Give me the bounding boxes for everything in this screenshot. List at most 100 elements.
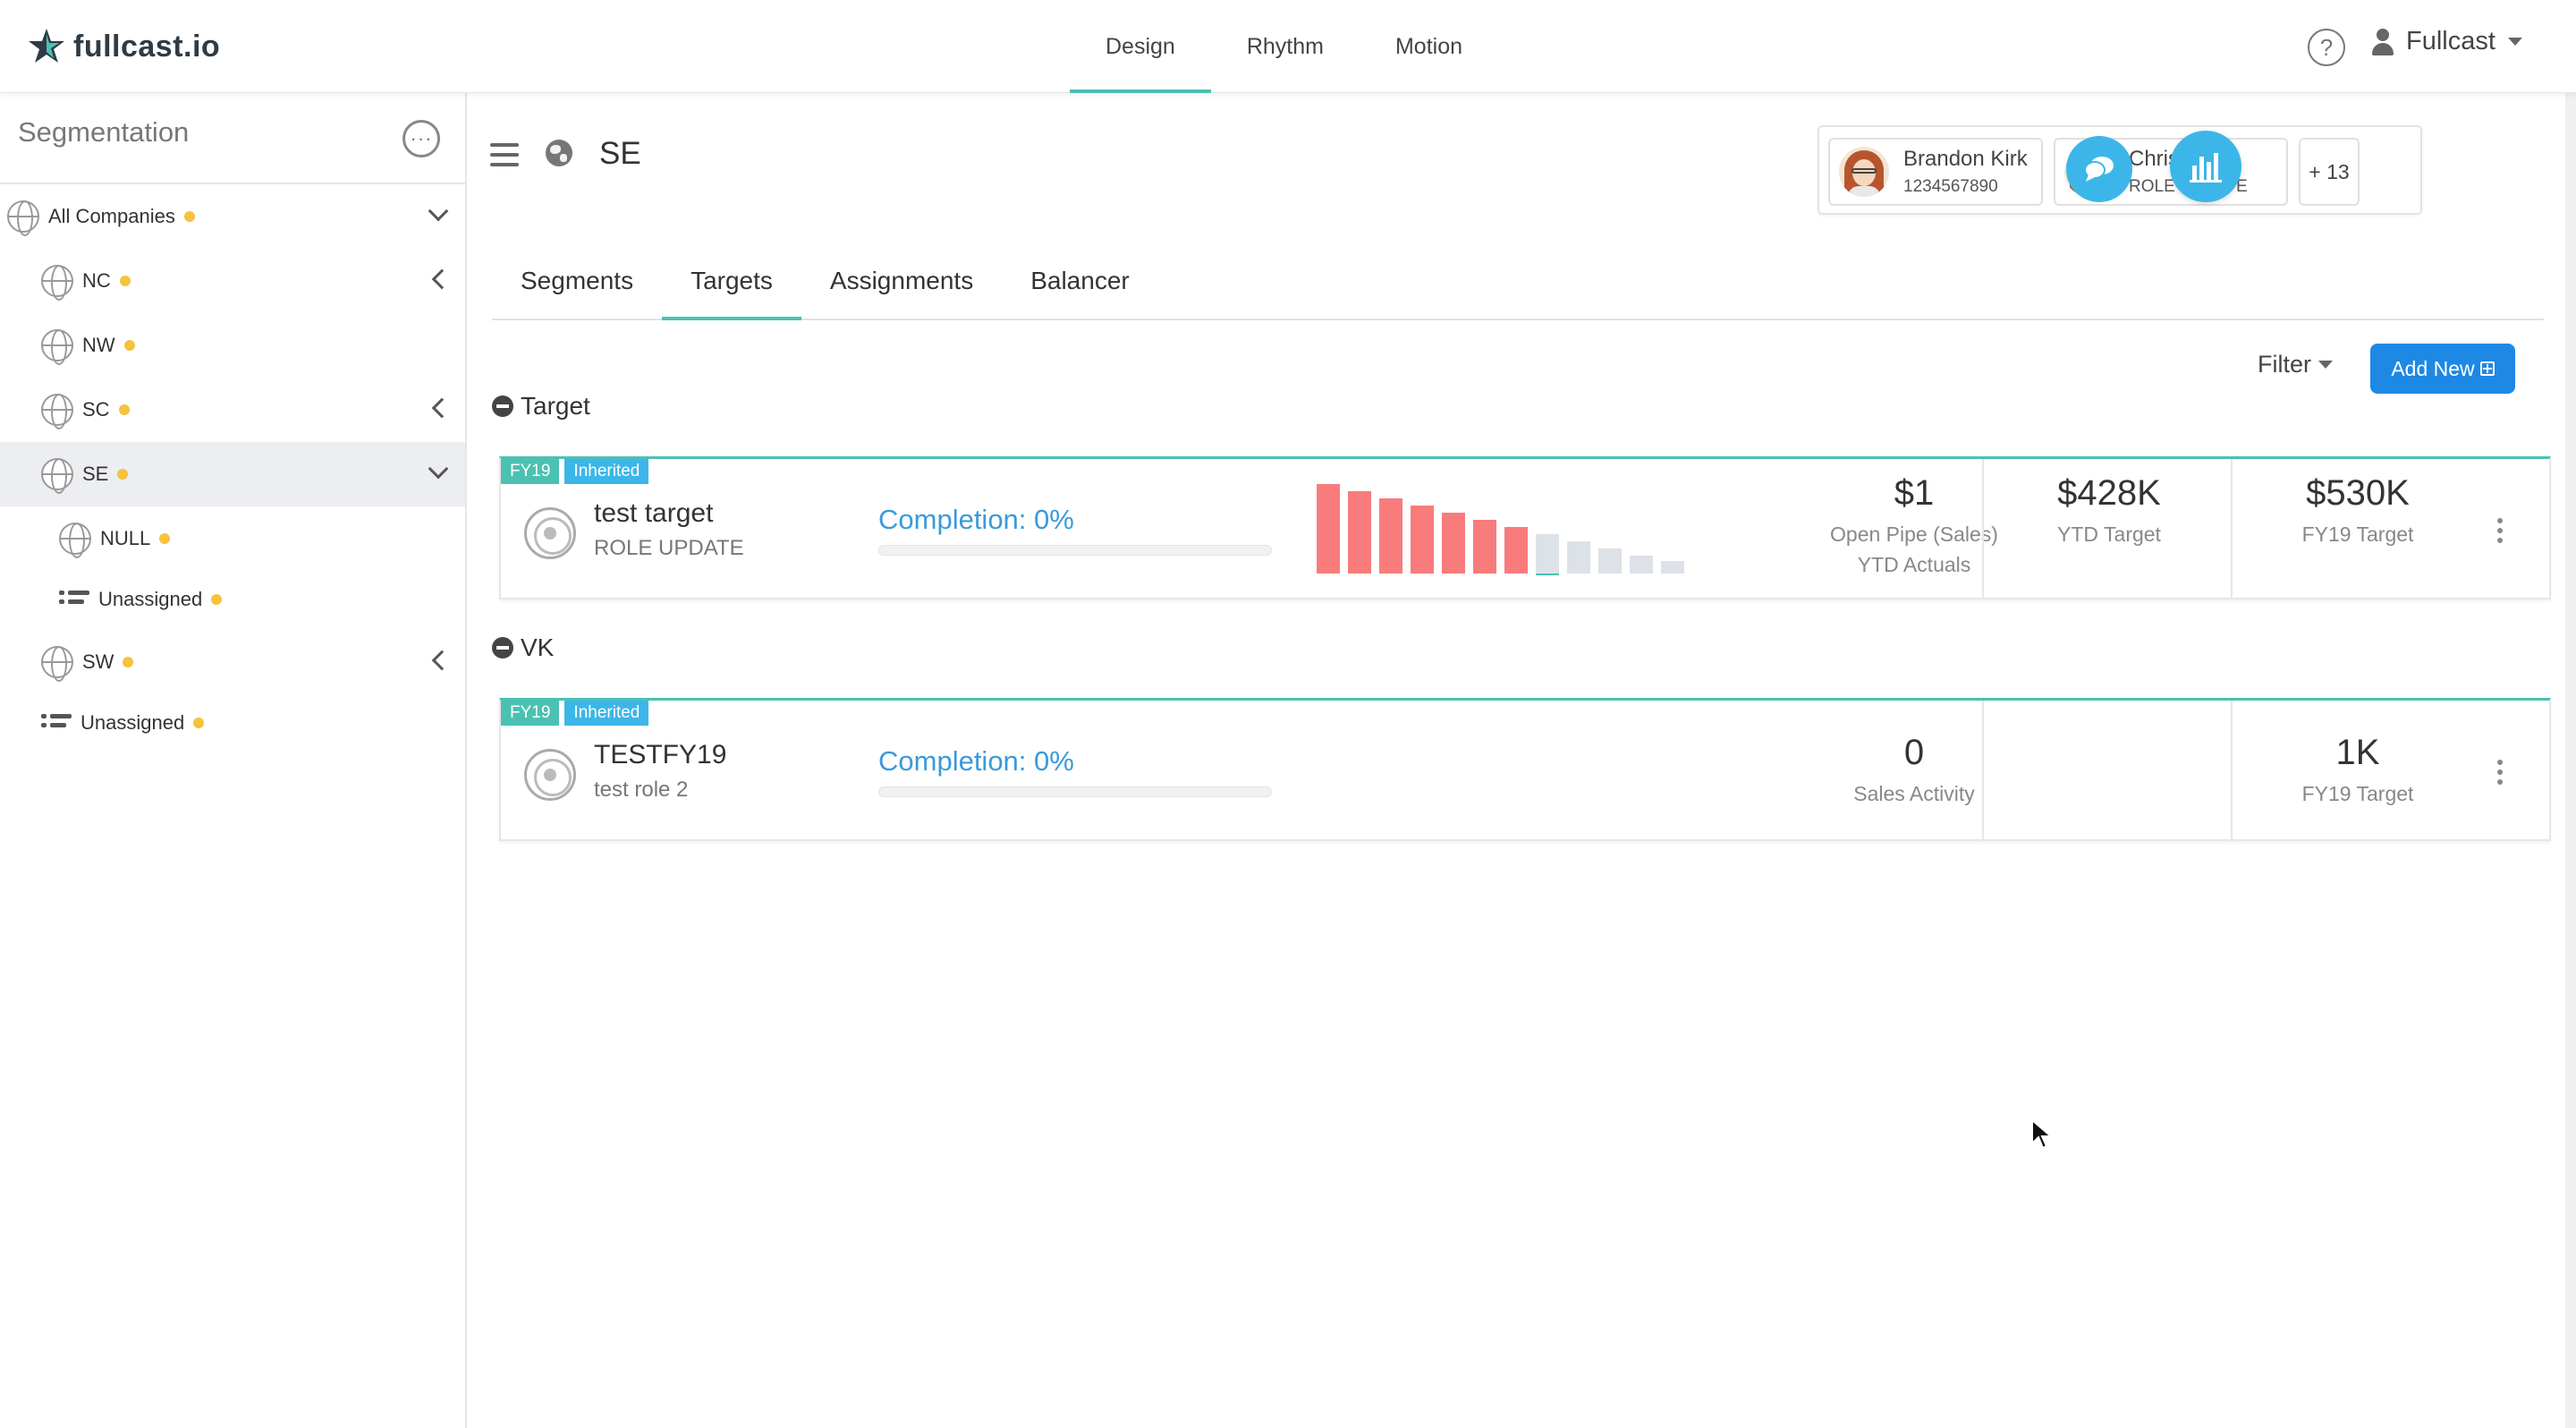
plus-square-icon [2479, 361, 2495, 376]
badges: FY19 Inherited [501, 459, 649, 484]
fiscal-year-badge: FY19 [501, 459, 560, 484]
fullcast-star-icon [29, 29, 64, 63]
trend-bar [1598, 548, 1622, 574]
metric-fy19-target: 1K FY19 Target [2234, 733, 2481, 809]
filter-label: Filter [2258, 351, 2311, 378]
divider [1982, 459, 1984, 599]
section-header-target[interactable]: Target [492, 392, 590, 421]
trend-bar [1473, 520, 1496, 574]
user-menu[interactable]: Fullcast [2372, 27, 2522, 56]
kebab-menu-icon[interactable] [2497, 518, 2503, 543]
trend-bar [1379, 498, 1402, 574]
status-dot [211, 594, 223, 605]
tab-balancer[interactable]: Balancer [1002, 243, 1158, 319]
trend-bar [1411, 506, 1434, 574]
add-new-label: Add New [2391, 356, 2475, 380]
target-icon [524, 507, 576, 559]
hamburger-menu-icon[interactable] [490, 143, 519, 166]
sidebar-item-sc[interactable]: SC [0, 378, 465, 442]
sidebar-item-label: NC [82, 269, 111, 292]
metric-label: FY19 Target [2301, 523, 2414, 546]
sidebar-header: Segmentation ··· [0, 93, 465, 184]
sidebar-item-nc[interactable]: NC [0, 249, 465, 313]
nav-motion[interactable]: Motion [1360, 0, 1498, 93]
trend-bar [1442, 513, 1465, 574]
trend-bar [1661, 561, 1684, 574]
sidebar-item-null[interactable]: NULL [0, 506, 465, 571]
section-header-vk[interactable]: VK [492, 633, 554, 662]
metric-label: FY19 Target [2301, 782, 2414, 805]
chevron-left-icon[interactable] [431, 650, 453, 671]
sidebar: Segmentation ··· All Companies NC NW SC … [0, 93, 467, 1428]
trend-bar [1630, 556, 1653, 574]
sidebar-title: Segmentation [18, 116, 190, 148]
trend-bar [1317, 484, 1340, 574]
nav-rhythm[interactable]: Rhythm [1211, 0, 1360, 93]
sidebar-item-all-companies[interactable]: All Companies [0, 184, 465, 249]
filter-dropdown[interactable]: Filter [2258, 351, 2333, 378]
chevron-down-icon[interactable] [428, 200, 449, 222]
status-dot [183, 211, 195, 222]
status-dot [193, 718, 205, 728]
tab-targets[interactable]: Targets [662, 243, 801, 320]
sidebar-item-unassigned-root[interactable]: Unassigned [0, 691, 465, 755]
page-scrollbar[interactable] [2565, 0, 2576, 1428]
sidebar-item-label: All Companies [48, 205, 175, 227]
collapse-icon[interactable] [492, 395, 513, 417]
trend-bar [1567, 541, 1590, 574]
page-title: SE [599, 136, 641, 171]
list-icon [59, 591, 89, 608]
avatar [1839, 147, 1889, 197]
chevron-down-icon[interactable] [428, 458, 449, 480]
globe-icon [41, 646, 73, 682]
target-card[interactable]: FY19 Inherited TESTFY19 test role 2 Comp… [499, 698, 2551, 841]
globe-icon [41, 394, 73, 429]
trend-bar [1348, 491, 1371, 574]
sidebar-item-se[interactable]: SE [0, 442, 465, 506]
trend-bar [1504, 527, 1528, 574]
sidebar-item-label: Unassigned [80, 711, 185, 734]
sidebar-item-label: SW [82, 650, 114, 673]
trend-bar-chart [1317, 484, 1684, 575]
sidebar-item-unassigned[interactable]: Unassigned [0, 567, 465, 632]
metric-fy19-target: $530K FY19 Target [2234, 473, 2481, 549]
divider [2231, 459, 2233, 599]
kebab-menu-icon[interactable] [2497, 760, 2503, 785]
target-name: TESTFY19 [594, 740, 727, 769]
user-card-sub: 1234567890 [1903, 177, 1998, 196]
status-dot [117, 469, 129, 480]
target-role: ROLE UPDATE [594, 536, 744, 560]
caret-down-icon [2507, 38, 2522, 46]
sidebar-item-nw[interactable]: NW [0, 313, 465, 378]
caret-down-icon [2318, 361, 2333, 369]
list-icon [41, 714, 72, 732]
chevron-left-icon[interactable] [431, 268, 453, 290]
analytics-button[interactable] [2170, 131, 2241, 202]
chevron-left-icon[interactable] [431, 397, 453, 419]
collapse-icon[interactable] [492, 637, 513, 659]
sidebar-item-label: NW [82, 334, 115, 356]
trend-bar [1536, 534, 1559, 574]
add-new-button[interactable]: Add New [2370, 344, 2515, 394]
target-card[interactable]: FY19 Inherited test target ROLE UPDATE C… [499, 456, 2551, 599]
mouse-cursor-icon [2031, 1118, 2054, 1150]
completion-progress-bar [878, 786, 1272, 797]
more-users-button[interactable]: + 13 [2299, 138, 2360, 206]
tab-segments[interactable]: Segments [492, 243, 662, 319]
logo[interactable]: fullcast.io [25, 25, 220, 68]
metric-value: 0 [1903, 733, 1925, 772]
sidebar-item-label: SE [82, 463, 109, 485]
help-icon[interactable]: ? [2308, 29, 2345, 66]
chat-button[interactable] [2066, 136, 2132, 202]
user-card-brandon-kirk[interactable]: Brandon Kirk 1234567890 [1828, 138, 2043, 206]
sidebar-item-label: NULL [100, 527, 151, 549]
nav-design[interactable]: Design [1070, 0, 1211, 93]
more-options-icon[interactable]: ··· [402, 120, 440, 157]
tab-bar: Segments Targets Assignments Balancer [492, 243, 2544, 320]
metric-ytd-target: $428K YTD Target [1986, 473, 2233, 549]
tab-assignments[interactable]: Assignments [801, 243, 1002, 319]
sidebar-item-sw[interactable]: SW [0, 630, 465, 694]
logo-text: fullcast.io [73, 29, 221, 64]
metric-sales-activity: 0 Sales Activity [1735, 733, 2093, 809]
target-icon [524, 749, 576, 801]
